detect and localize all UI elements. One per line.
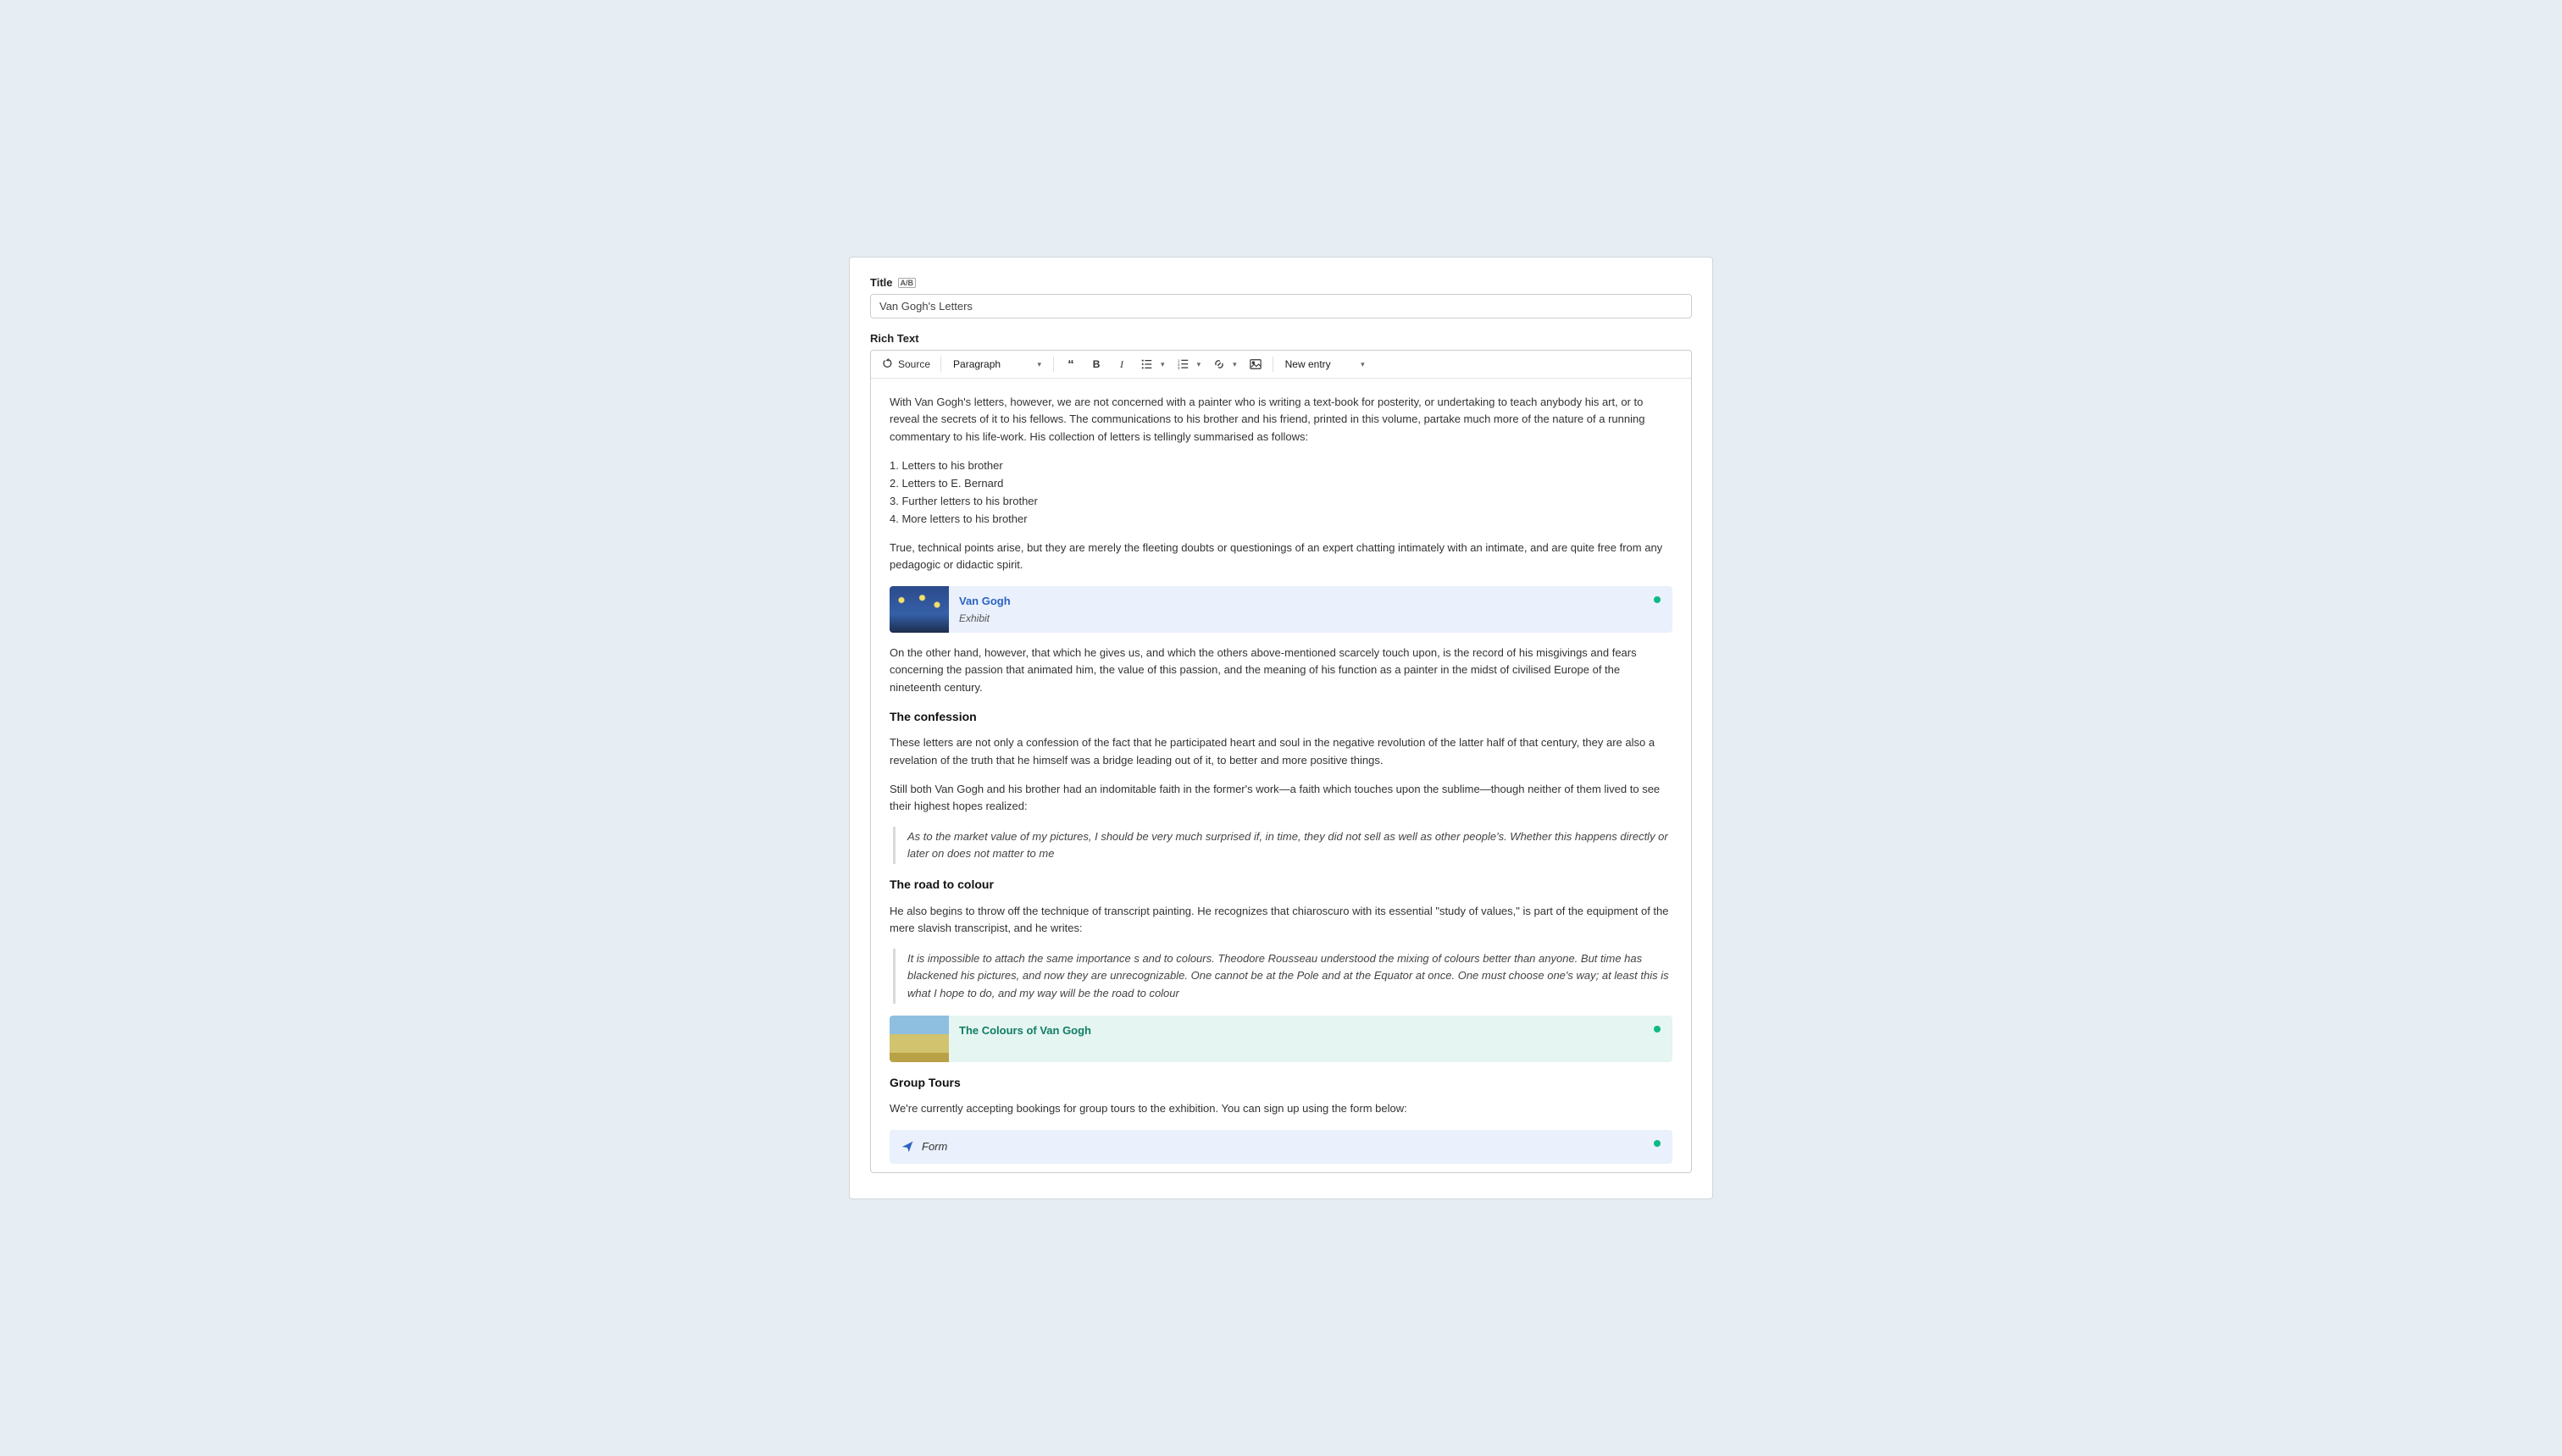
embedded-entry-colours[interactable]: The Colours of Van Gogh [890,1016,1672,1062]
image-icon [1249,357,1262,371]
list-item: 4. More letters to his brother [890,511,1672,528]
heading: The road to colour [890,876,1672,894]
heading: The confession [890,708,1672,727]
title-label: Title A/B [870,276,1692,289]
heading: Group Tours [890,1074,1672,1093]
source-button[interactable]: Source [876,354,935,374]
chevron-down-icon: ▾ [1233,360,1237,369]
richtext-editor: Source Paragraph ▾ “ B I ▾ [870,350,1692,1172]
blockquote: It is impossible to attach the same impo… [893,949,1672,1003]
status-dot [1654,1140,1661,1147]
svg-text:3: 3 [1178,366,1180,370]
paragraph-dropdown[interactable]: Paragraph ▾ [946,355,1048,374]
paragraph-label: Paragraph [953,358,1001,370]
new-entry-dropdown[interactable]: New entry ▾ [1278,355,1372,374]
list-item: 3. Further letters to his brother [890,493,1672,510]
embed-form-label: Form [922,1138,947,1155]
new-entry-label: New entry [1285,358,1331,370]
source-label: Source [898,358,930,370]
bullet-list-icon [1140,357,1154,371]
source-icon [881,357,895,371]
paragraph: He also begins to throw off the techniqu… [890,903,1672,937]
embed-body: The Colours of Van Gogh [949,1016,1672,1062]
image-button[interactable] [1244,354,1267,374]
richtext-label: Rich Text [870,332,1692,345]
editor-content[interactable]: With Van Gogh's letters, however, we are… [871,379,1691,1171]
embedded-entry-exhibit[interactable]: Van Gogh Exhibit [890,586,1672,634]
bold-icon: B [1090,357,1103,371]
embed-thumbnail [890,1016,949,1062]
embed-title: Van Gogh [959,593,1662,610]
paragraph: With Van Gogh's letters, however, we are… [890,394,1672,445]
chevron-down-icon: ▾ [1161,360,1165,369]
bold-button[interactable]: B [1084,354,1108,374]
title-input[interactable] [870,294,1692,318]
ab-badge: A/B [898,278,917,288]
chevron-down-icon: ▾ [1038,360,1042,369]
italic-icon: I [1115,357,1128,371]
link-button[interactable]: ▾ [1207,354,1242,374]
embed-title: The Colours of Van Gogh [959,1022,1662,1039]
ordered-list: 1. Letters to his brother 2. Letters to … [890,457,1672,529]
embed-type: Exhibit [959,611,1662,627]
paragraph: True, technical points arise, but they a… [890,540,1672,573]
list-item: 2. Letters to E. Bernard [890,475,1672,492]
bullet-list-button[interactable]: ▾ [1135,354,1170,374]
numbered-list-icon: 123 [1177,357,1190,371]
embed-thumbnail [890,586,949,633]
embedded-entry-form[interactable]: Form [890,1130,1672,1164]
paragraph: These letters are not only a confession … [890,734,1672,768]
separator [940,357,941,372]
paragraph: We're currently accepting bookings for g… [890,1100,1672,1117]
embed-body: Van Gogh Exhibit [949,586,1672,634]
link-icon [1212,357,1226,371]
status-dot [1654,596,1661,603]
blockquote: As to the market value of my pictures, I… [893,827,1672,864]
italic-button[interactable]: I [1110,354,1134,374]
richtext-label-text: Rich Text [870,332,919,345]
title-label-text: Title [870,276,893,289]
quote-icon: “ [1064,357,1078,371]
status-dot [1654,1026,1661,1032]
editor-toolbar: Source Paragraph ▾ “ B I ▾ [871,351,1691,379]
separator [1053,357,1054,372]
paper-plane-icon [901,1141,913,1153]
paragraph: On the other hand, however, that which h… [890,645,1672,695]
list-item: 1. Letters to his brother [890,457,1672,474]
numbered-list-button[interactable]: 123 ▾ [1172,354,1206,374]
paragraph: Still both Van Gogh and his brother had … [890,781,1672,815]
chevron-down-icon: ▾ [1197,360,1201,369]
editor-panel: Title A/B Rich Text Source Paragraph ▾ [849,257,1713,1199]
quote-button[interactable]: “ [1059,354,1083,374]
chevron-down-icon: ▾ [1361,360,1365,369]
